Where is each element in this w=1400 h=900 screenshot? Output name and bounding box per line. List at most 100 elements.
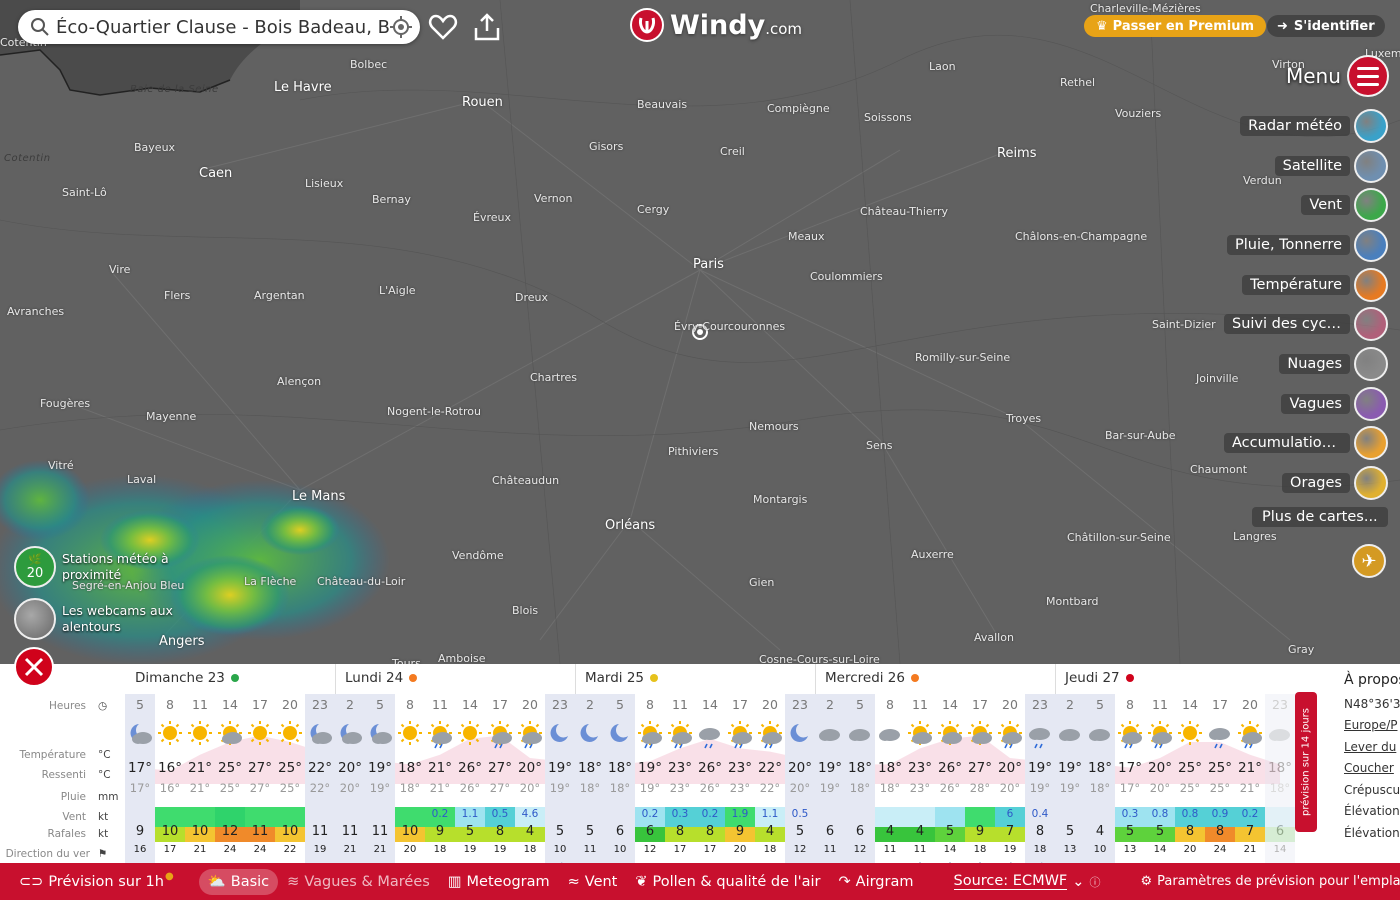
- forecast-hour-column[interactable]: 23 22° 22° 11 19: [305, 694, 335, 879]
- temperature-value: 27°: [488, 760, 512, 776]
- about-sunrise[interactable]: Lever du: [1344, 737, 1400, 759]
- forecast-hour-column[interactable]: 5 19° 19° 11 21: [365, 694, 395, 879]
- forecast-hour-column[interactable]: 5 18° 18° 6 10: [605, 694, 635, 879]
- unit-wind[interactable]: kt: [98, 811, 108, 823]
- gps-locate-icon[interactable]: [390, 16, 412, 38]
- forecast-hour-column[interactable]: 5 18° 18° 6 12: [845, 694, 875, 879]
- forecast-hour-column[interactable]: 23 18° 18° 6 14: [1265, 694, 1295, 879]
- search-input[interactable]: [56, 16, 390, 38]
- unit-temp[interactable]: °C: [98, 749, 111, 761]
- fourteen-day-forecast-button[interactable]: prévision sur 14 jours: [1295, 692, 1317, 832]
- layer-cyclone[interactable]: Suivi des cycl…: [1224, 307, 1388, 341]
- favorite-heart-icon[interactable]: [428, 12, 458, 42]
- forecast-hour-column[interactable]: 8 18° 18° 10 20: [395, 694, 425, 879]
- layer-rain[interactable]: Pluie, Tonnerre: [1227, 228, 1388, 262]
- location-settings-button[interactable]: ⚙ Paramètres de prévision pour l'emplace…: [1131, 869, 1400, 895]
- forecast-hour-column[interactable]: 8 18° 18° 4 11: [875, 694, 905, 879]
- forecast-hour-column[interactable]: 2 18° 18° 5 11: [575, 694, 605, 879]
- forecast-hour-column[interactable]: 20 20° 20° 4.6 4 18: [515, 694, 545, 879]
- forecast-hour-column[interactable]: 11 23° 23° 0.3 8 17: [665, 694, 695, 879]
- forecast-hour-column[interactable]: 20 22° 22° 1.1 4 18: [755, 694, 785, 879]
- forecast-hour-column[interactable]: 2 20° 20° 11 21: [335, 694, 365, 879]
- forecast-hour-column[interactable]: 5 18° 18° 4 10: [1085, 694, 1115, 879]
- forecast-hour-column[interactable]: 14 26° 26° 0.2 8 17: [695, 694, 725, 879]
- forecast-hour-column[interactable]: 20 25° 25° 10 22: [275, 694, 305, 879]
- hour-label: 23: [312, 697, 328, 712]
- airport-button[interactable]: ✈: [1352, 544, 1386, 578]
- login-button[interactable]: ➜ S'identifier: [1267, 15, 1385, 37]
- day-header[interactable]: Mardi 25: [585, 670, 659, 686]
- tab-wind[interactable]: ≈ Vent: [559, 869, 627, 895]
- forecast-hour-column[interactable]: 11 20° 20° 0.8 5 14: [1145, 694, 1175, 879]
- forecast-hour-column[interactable]: 17 27° 27° 11 24: [245, 694, 275, 879]
- layer-satellite[interactable]: Satellite: [1274, 149, 1388, 183]
- more-maps-button[interactable]: Plus de cartes...: [1252, 507, 1388, 527]
- forecast-hour-column[interactable]: 17 23° 23° 1.9 9 20: [725, 694, 755, 879]
- forecast-hour-column[interactable]: 2 19° 19° 6 11: [815, 694, 845, 879]
- day-header[interactable]: Dimanche 23: [135, 670, 239, 686]
- menu-title[interactable]: Menu: [1286, 64, 1341, 88]
- source-selector[interactable]: Source: ECMWF ⌄ ⓘ: [945, 869, 1110, 895]
- nearby-webcams-widget[interactable]: Les webcams aux alentours: [14, 598, 182, 640]
- layer-label: Accumulation…: [1224, 433, 1350, 453]
- forecast-hour-column[interactable]: 17 27° 28° 9 18: [965, 694, 995, 879]
- layer-waves[interactable]: Vagues: [1281, 387, 1388, 421]
- unit-rain[interactable]: mm: [98, 791, 118, 803]
- forecast-hour-column[interactable]: 20 21° 21° 0.2 7 21: [1235, 694, 1265, 879]
- forecast-hour-column[interactable]: 11 23° 23° 4 11: [905, 694, 935, 879]
- sun-cloud-weather-icon: [215, 716, 245, 752]
- layer-cloud[interactable]: Nuages: [1279, 347, 1388, 381]
- hamburger-menu-button[interactable]: [1347, 55, 1389, 97]
- forecast-hour-column[interactable]: 2 19° 19° 5 13: [1055, 694, 1085, 879]
- tab-airgram[interactable]: ↷ Airgram: [830, 869, 923, 895]
- forecast-hour-column[interactable]: 8 16° 16° 10 17: [155, 694, 185, 879]
- about-sunset[interactable]: Coucher: [1344, 758, 1400, 780]
- unit-gust[interactable]: kt: [98, 828, 108, 840]
- wind-value: 11: [251, 824, 269, 839]
- about-timezone[interactable]: Europe/P: [1344, 715, 1400, 737]
- weather-map[interactable]: Cotentin Bolbec Baie de la Seine Le Havre Ro…: [0, 0, 1400, 664]
- tab-meteogram[interactable]: ▥ Meteogram: [439, 869, 559, 895]
- layer-wind[interactable]: Vent: [1301, 188, 1388, 222]
- forecast-hour-column[interactable]: 5 17° 17° 9 16: [125, 694, 155, 879]
- day-header[interactable]: Jeudi 27: [1065, 670, 1134, 686]
- forecast-hour-column[interactable]: 23 19° 19° 0.4 8 18: [1025, 694, 1055, 879]
- forecast-hour-column[interactable]: 23 19° 19° 5 10: [545, 694, 575, 879]
- layer-temperature[interactable]: Température: [1242, 268, 1388, 302]
- share-icon[interactable]: [472, 12, 502, 42]
- nearby-stations-widget[interactable]: 🌿 20 Stations météo à proximité: [14, 546, 182, 588]
- forecast-hour-column[interactable]: 14 25° 25° 0.8 8 20: [1175, 694, 1205, 879]
- tab-pollen[interactable]: ❦ Pollen & qualité de l'air: [626, 869, 829, 895]
- wind-value: 11: [311, 824, 329, 839]
- layer-radar[interactable]: Radar météo: [1240, 109, 1388, 143]
- layer-storm[interactable]: Orages: [1282, 466, 1388, 500]
- day-header[interactable]: Mercredi 26: [825, 670, 919, 686]
- gust-value: 24: [253, 844, 267, 855]
- forecast-hour-column[interactable]: 11 21° 21° 0.2 9 18: [425, 694, 455, 879]
- tab-basic[interactable]: ⛅ Basic: [198, 868, 279, 895]
- forecast-hour-column[interactable]: 17 25° 25° 0.9 8 24: [1205, 694, 1235, 879]
- rain-value: 1.1: [461, 808, 479, 820]
- close-forecast-button[interactable]: [14, 647, 54, 687]
- forecast-hour-column[interactable]: 8 17° 17° 0.3 5 13: [1115, 694, 1145, 879]
- forecast-hour-column[interactable]: 14 25° 25° 12 24: [215, 694, 245, 879]
- day-header[interactable]: Lundi 24: [345, 670, 418, 686]
- search-bar[interactable]: [18, 10, 420, 44]
- tab-waves[interactable]: ≋ Vagues & Marées: [278, 869, 439, 895]
- windy-logo[interactable]: Windy.com: [630, 8, 802, 42]
- info-icon[interactable]: ⓘ: [1089, 874, 1100, 890]
- forecast-hour-column[interactable]: 23 20° 20° 0.5 5 12: [785, 694, 815, 879]
- forecast-hour-column[interactable]: 11 21° 21° 10 21: [185, 694, 215, 879]
- forecast-hour-column[interactable]: 14 26° 26° 5 14: [935, 694, 965, 879]
- forecast-hour-column[interactable]: 17 27° 27° 0.5 8 19: [485, 694, 515, 879]
- premium-button[interactable]: ♛ Passer en Premium: [1084, 15, 1266, 37]
- day-quality-dot: [910, 674, 919, 682]
- forecast-hour-column[interactable]: 20 20° 20° 6 7 19: [995, 694, 1025, 879]
- layer-accumulation[interactable]: Accumulation…: [1224, 426, 1388, 460]
- temperature-value: 27°: [248, 760, 272, 776]
- unit-feel[interactable]: °C: [98, 769, 111, 781]
- wind-value: 9: [975, 824, 985, 839]
- forecast-hour-column[interactable]: 14 26° 26° 1.1 5 19: [455, 694, 485, 879]
- forecast-hour-column[interactable]: 8 19° 19° 0.2 6 12: [635, 694, 665, 879]
- forecast-1h-button[interactable]: ⊂⊃ Prévision sur 1h ●: [10, 869, 183, 895]
